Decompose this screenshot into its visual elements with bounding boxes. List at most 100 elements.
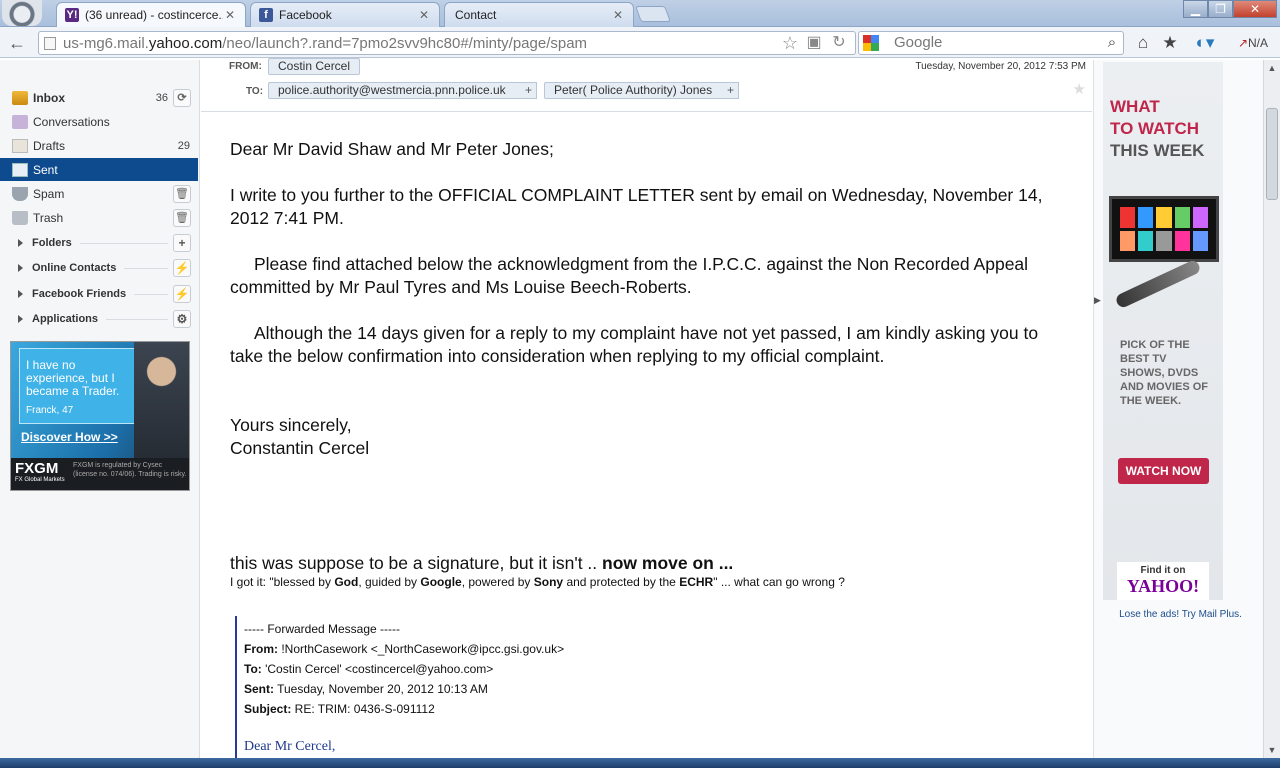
from-label: FROM:: [229, 61, 262, 72]
address-bar[interactable]: us-mg6.mail. yahoo.com/neo/launch?.rand=7…: [38, 31, 856, 55]
flag-star-icon[interactable]: ★: [1073, 80, 1086, 98]
tab-title: (36 unread) - costincerce...: [85, 8, 223, 22]
ad-quote-bubble: I have no experience, but I became a Tra…: [19, 348, 139, 424]
add-contact-plus-icon[interactable]: +: [723, 82, 739, 99]
spam-shield-icon: [12, 186, 28, 201]
tagline-text: I got it: "blessed by: [230, 575, 335, 589]
browser-menu-button[interactable]: [2, 0, 42, 26]
yahoo-favicon-icon: Y!: [65, 8, 79, 22]
trash-icon: [12, 210, 28, 225]
fxgm-ad-banner[interactable]: I have no experience, but I became a Tra…: [10, 341, 190, 491]
sidebar-section-online-contacts[interactable]: Online Contacts ⚡: [0, 257, 198, 279]
divider: [79, 242, 168, 244]
field-label: Sent:: [244, 682, 274, 696]
signature-line: this was suppose to be a signature, but …: [230, 552, 1075, 575]
yahoo-logo: YAHOO!: [1126, 576, 1200, 596]
sidebar-item-label: Drafts: [33, 138, 66, 153]
gear-icon[interactable]: ⚙: [173, 310, 191, 328]
forwarded-message: ----- Forwarded Message ----- From: !Nor…: [235, 616, 835, 758]
activity-icon[interactable]: ⚡: [173, 285, 191, 303]
dropdown-history-icon[interactable]: ▣: [804, 33, 824, 53]
find-it-on-text: Find it on: [1140, 565, 1186, 576]
divider: [134, 293, 168, 295]
empty-trash-icon[interactable]: 🗑: [173, 208, 191, 227]
scrollbar-thumb[interactable]: [1266, 108, 1278, 200]
close-tab-icon[interactable]: ✕: [417, 8, 431, 22]
watch-now-button[interactable]: WATCH NOW: [1118, 458, 1209, 484]
maximize-button[interactable]: ❐: [1208, 0, 1233, 18]
collapse-arrow-icon[interactable]: ▶: [1094, 295, 1102, 305]
reload-icon[interactable]: ↻: [829, 33, 849, 53]
scroll-up-arrow-icon[interactable]: ▲: [1264, 60, 1280, 76]
refresh-icon[interactable]: ⟳: [173, 88, 191, 107]
tab-facebook[interactable]: f Facebook ✕: [250, 2, 440, 27]
message-header: FROM: Costin Cercel Tuesday, November 20…: [201, 58, 1092, 112]
addon-na-indicator[interactable]: ↗N/A: [1230, 32, 1276, 54]
add-folder-icon[interactable]: +: [173, 234, 191, 252]
section-label: Online Contacts: [32, 262, 117, 274]
section-label: Facebook Friends: [32, 288, 127, 300]
tagline-text: " ... what can go wrong ?: [713, 575, 845, 589]
minimize-button[interactable]: ▁: [1183, 0, 1208, 18]
mail-plus-link[interactable]: Lose the ads! Try Mail Plus.: [1103, 609, 1258, 620]
signature-name: Constantin Cercel: [230, 438, 370, 458]
bookmark-star-icon[interactable]: ☆: [780, 33, 800, 53]
drafts-icon: [12, 138, 28, 153]
expand-triangle-icon: [18, 264, 23, 272]
search-magnifier-icon[interactable]: ⌕: [1102, 32, 1122, 54]
sidebar-item-spam[interactable]: Spam 🗑: [0, 182, 198, 205]
empty-spam-trash-icon[interactable]: 🗑: [173, 184, 191, 203]
section-label: Applications: [32, 313, 99, 325]
search-placeholder: Google: [894, 34, 943, 51]
forwarded-from: From: !NorthCasework <_NorthCasework@ipc…: [244, 642, 564, 656]
ad-headline-line: WHAT: [1110, 97, 1160, 116]
sent-icon: [12, 162, 28, 177]
inbox-unread-count: 36: [155, 91, 168, 104]
sidebar-item-inbox[interactable]: Inbox 36 ⟳: [0, 86, 198, 109]
page-scrollbar[interactable]: ▲ ▼: [1263, 60, 1280, 758]
ad-discover-link[interactable]: Discover How >>: [21, 430, 118, 444]
close-tab-icon[interactable]: ✕: [611, 8, 625, 22]
tab-contact[interactable]: Contact ✕: [444, 2, 634, 27]
sidebar-item-drafts[interactable]: Drafts 29: [0, 134, 198, 157]
sidebar-section-applications[interactable]: Applications ⚙: [0, 308, 198, 330]
lg-tv-ad[interactable]: WHAT TO WATCH THIS WEEK PICK OF THE BEST…: [1103, 62, 1223, 600]
new-tab-button[interactable]: [635, 6, 671, 22]
sidebar-section-folders[interactable]: Folders +: [0, 232, 198, 254]
recipient-pill[interactable]: police.authority@westmercia.pnn.police.u…: [268, 82, 522, 99]
expand-triangle-icon: [18, 239, 23, 247]
sidebar-item-trash[interactable]: Trash 🗑: [0, 206, 198, 229]
google-search-engine-icon[interactable]: [863, 35, 879, 51]
tab-yahoo-mail[interactable]: Y! (36 unread) - costincerce... ✕: [56, 2, 246, 27]
back-arrow-icon[interactable]: ←: [6, 32, 28, 54]
paragraph-2: Please find attached below the acknowled…: [230, 254, 1029, 297]
ad-person-photo: [134, 342, 189, 460]
forwarded-greeting: Dear Mr Cercel,: [244, 739, 336, 754]
close-tab-icon[interactable]: ✕: [223, 8, 237, 22]
bookmarks-star-icon[interactable]: ★: [1160, 32, 1180, 54]
addon-globe-icon[interactable]: ◐▾: [1190, 32, 1220, 54]
chart-trend-icon: ↗: [1237, 36, 1249, 50]
message-date: Tuesday, November 20, 2012 7:53 PM: [915, 61, 1086, 72]
activity-icon[interactable]: ⚡: [173, 259, 191, 277]
home-icon[interactable]: ⌂: [1133, 32, 1153, 54]
ad-quote: I have no experience, but I became a Tra…: [26, 358, 120, 398]
ad-headline-line: THIS WEEK: [1110, 141, 1205, 160]
sidebar-section-facebook-friends[interactable]: Facebook Friends ⚡: [0, 283, 198, 305]
recipient-pill[interactable]: Peter( Police Authority) Jones: [544, 82, 731, 99]
divider: [106, 318, 168, 320]
os-taskbar: [0, 758, 1280, 768]
close-window-button[interactable]: ✕: [1233, 0, 1277, 18]
expand-triangle-icon: [18, 315, 23, 323]
sidebar-item-conversations[interactable]: Conversations: [0, 110, 198, 133]
tab-title: Contact: [455, 8, 497, 22]
tagline-text: , guided by: [358, 575, 421, 589]
add-contact-plus-icon[interactable]: +: [521, 82, 537, 99]
conversations-icon: [12, 114, 28, 129]
sidebar-item-sent[interactable]: Sent: [0, 158, 198, 181]
sidebar-item-label: Conversations: [33, 114, 110, 129]
addon-na-label: N/A: [1248, 36, 1269, 50]
from-sender-pill[interactable]: Costin Cercel: [268, 58, 361, 75]
signature-bold: now move on ...: [602, 553, 734, 573]
scroll-down-arrow-icon[interactable]: ▼: [1264, 742, 1280, 758]
